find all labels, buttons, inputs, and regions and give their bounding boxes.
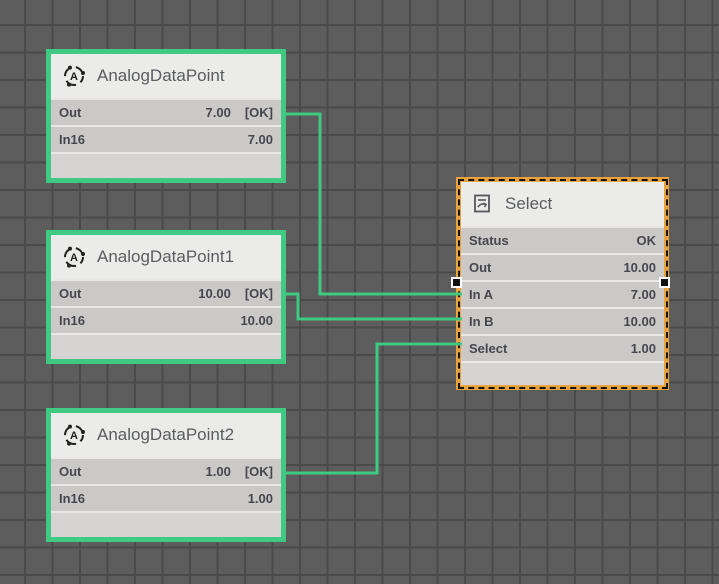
slot-value: 10.00 xyxy=(623,314,656,329)
analog-point-icon: A xyxy=(61,422,87,448)
slot-value: OK xyxy=(637,233,657,248)
node-header[interactable]: A AnalogDataPoint xyxy=(51,54,281,98)
slot-label: In16 xyxy=(59,313,85,328)
slot-out[interactable]: Out 10.00 [OK] xyxy=(51,281,281,306)
slot-out[interactable]: Out 10.00 xyxy=(461,255,664,280)
slot-label: Out xyxy=(59,464,81,479)
node-header[interactable]: Select xyxy=(461,182,664,226)
node-header[interactable]: A AnalogDataPoint2 xyxy=(51,413,281,457)
wire-sheet-canvas: { "app": {"view": "wire-sheet"}, "colors… xyxy=(0,0,719,584)
svg-text:A: A xyxy=(70,71,78,83)
slot-label: Out xyxy=(469,260,491,275)
slot-select[interactable]: Select 1.00 xyxy=(461,336,664,361)
node-analogdatapoint[interactable]: A AnalogDataPoint Out 7.00 [OK] In16 7.0… xyxy=(46,49,286,183)
slot-label: Out xyxy=(59,105,81,120)
slot-in-a[interactable]: In A 7.00 xyxy=(461,282,664,307)
slot-label: In16 xyxy=(59,132,85,147)
slot-in16[interactable]: In16 7.00 xyxy=(51,127,281,152)
slot-value: 7.00 xyxy=(248,132,273,147)
node-title: AnalogDataPoint1 xyxy=(97,247,234,267)
slot-label: Out xyxy=(59,286,81,301)
analog-point-icon: A xyxy=(61,244,87,270)
slot-in16[interactable]: In16 10.00 xyxy=(51,308,281,333)
node-title: AnalogDataPoint xyxy=(97,66,225,86)
slot-value: 7.00 xyxy=(631,287,656,302)
slot-label: In B xyxy=(469,314,494,329)
slot-value: 7.00 xyxy=(206,105,231,120)
slot-status: [OK] xyxy=(245,105,273,120)
slot-label: Select xyxy=(469,341,507,356)
slot-label: Status xyxy=(469,233,509,248)
slot-in16[interactable]: In16 1.00 xyxy=(51,486,281,511)
slot-value: 10.00 xyxy=(623,260,656,275)
node-select[interactable]: Select Status OK Out 10.00 In A 7.00 In … xyxy=(456,177,669,390)
node-title: Select xyxy=(505,194,552,214)
node-analogdatapoint1[interactable]: A AnalogDataPoint1 Out 10.00 [OK] In16 1… xyxy=(46,230,286,364)
slot-value: 1.00 xyxy=(206,464,231,479)
slot-in-b[interactable]: In B 10.00 xyxy=(461,309,664,334)
svg-text:A: A xyxy=(70,430,78,442)
resize-handle-right[interactable] xyxy=(659,277,670,288)
slot-status: [OK] xyxy=(245,286,273,301)
slot-status: [OK] xyxy=(245,464,273,479)
slot-empty xyxy=(51,335,281,359)
slot-value: 10.00 xyxy=(240,313,273,328)
wire-out-to-inB[interactable] xyxy=(282,294,462,319)
slot-empty xyxy=(51,513,281,537)
slot-empty xyxy=(51,154,281,178)
slot-value: 1.00 xyxy=(631,341,656,356)
node-title: AnalogDataPoint2 xyxy=(97,425,234,445)
wire-out-to-select[interactable] xyxy=(282,344,462,473)
resize-handle-left[interactable] xyxy=(451,277,462,288)
node-analogdatapoint2[interactable]: A AnalogDataPoint2 Out 1.00 [OK] In16 1.… xyxy=(46,408,286,542)
svg-text:A: A xyxy=(70,252,78,264)
analog-point-icon: A xyxy=(61,63,87,89)
slot-status[interactable]: Status OK xyxy=(461,228,664,253)
slot-value: 10.00 xyxy=(198,286,231,301)
wire-out-to-inA[interactable] xyxy=(282,114,462,294)
node-header[interactable]: A AnalogDataPoint1 xyxy=(51,235,281,279)
slot-label: In A xyxy=(469,287,493,302)
slot-value: 1.00 xyxy=(248,491,273,506)
slot-empty xyxy=(461,363,664,385)
slot-out[interactable]: Out 1.00 [OK] xyxy=(51,459,281,484)
slot-out[interactable]: Out 7.00 [OK] xyxy=(51,100,281,125)
slot-label: In16 xyxy=(59,491,85,506)
select-icon xyxy=(471,192,495,216)
